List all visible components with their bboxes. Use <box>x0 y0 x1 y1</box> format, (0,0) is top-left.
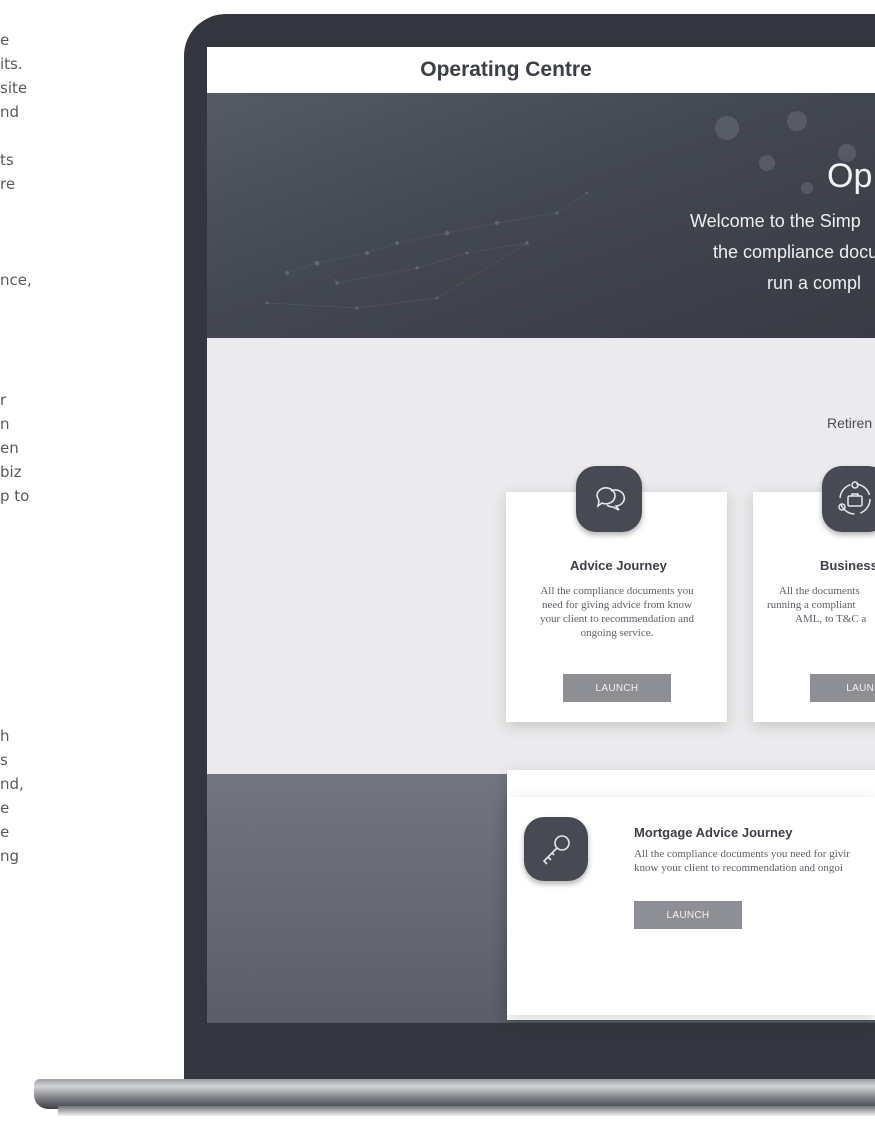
desc-line: All the documents <box>779 585 860 597</box>
copy-line: r <box>0 391 7 409</box>
copy-line: its. <box>0 55 23 73</box>
hero-subtitle-line: Welcome to the Simp <box>690 211 861 231</box>
copy-line: nd <box>0 103 20 121</box>
copy-line: nd, <box>0 775 24 793</box>
copy-line <box>0 556 80 580</box>
launch-button[interactable]: LAUNCH <box>563 674 671 702</box>
desc-line: AML, to T&C a <box>795 613 867 625</box>
card-title: Business <box>820 558 875 573</box>
mortgage-advice-card: Mortgage Advice Journey All the complian… <box>507 797 875 1015</box>
copy-line <box>0 580 80 604</box>
copy-line <box>0 700 80 724</box>
app-header: Operating Centre <box>207 47 875 93</box>
copy-line <box>0 292 80 316</box>
copy-line <box>0 628 80 652</box>
desc-line: All the compliance documents you need fo… <box>634 848 850 860</box>
desc-line: running a compliant <box>767 599 856 611</box>
card-title: Advice Journey <box>570 558 667 573</box>
hero-subtitle-line: the compliance docu <box>713 242 875 262</box>
copy-line <box>0 652 80 676</box>
retirement-section: Retiren Advice Journey All the complianc… <box>207 338 875 774</box>
copy-line <box>0 676 80 700</box>
copy-line <box>0 220 80 244</box>
copy-line: e <box>0 31 10 49</box>
copy-line <box>0 340 80 364</box>
hero-subtitle-line: run a compl <box>767 273 862 293</box>
card-description: All the compliance documents you need fo… <box>634 847 874 875</box>
card-description: All the documents running a compliant AM… <box>767 584 875 626</box>
copy-line: n <box>0 415 10 433</box>
copy-line: e <box>0 823 10 841</box>
desc-line: need for giving advice from know <box>542 599 692 611</box>
left-marketing-copy: e its. site nd ts re nce, r n en biz p t… <box>0 28 80 868</box>
desc-line: All the compliance documents you <box>540 585 694 597</box>
copy-line <box>0 364 80 388</box>
desc-line: know your client to recommendation and o… <box>634 862 843 874</box>
copy-line: en <box>0 439 19 457</box>
copy-line: nce, <box>0 271 32 289</box>
hero-banner: Op Welcome to the Simp the compliance do… <box>207 93 875 338</box>
copy-line <box>0 604 80 628</box>
copy-line: s <box>0 751 8 769</box>
app-title: Operating Centre <box>420 58 592 81</box>
copy-line: ts <box>0 151 14 169</box>
desc-line: ongoing service. <box>580 627 654 639</box>
copy-line: site <box>0 79 28 97</box>
copy-line <box>0 316 80 340</box>
copy-line: ng <box>0 847 20 865</box>
copy-line: e <box>0 799 10 817</box>
section-heading: Retiren <box>827 415 873 431</box>
copy-line: re <box>0 175 16 193</box>
key-icon <box>524 817 588 881</box>
copy-line <box>0 196 80 220</box>
desc-line: your client to recommendation and <box>540 613 694 625</box>
laptop-base <box>34 1079 875 1109</box>
chat-bubbles-icon <box>576 466 642 532</box>
copy-line: p to <box>0 487 30 505</box>
copy-line: h <box>0 727 10 745</box>
copy-line: biz <box>0 463 22 481</box>
copy-line <box>0 532 80 556</box>
launch-button[interactable]: LAUNC <box>810 674 875 702</box>
hero-title: Op <box>827 157 873 195</box>
copy-line <box>0 244 80 268</box>
card-title: Mortgage Advice Journey <box>634 825 793 840</box>
copy-line <box>0 508 80 532</box>
laptop-base-shadow <box>58 1106 875 1116</box>
briefcase-cycle-icon <box>822 466 875 532</box>
launch-button[interactable]: LAUNCH <box>634 901 742 929</box>
card-description: All the compliance documents you need fo… <box>518 584 716 640</box>
copy-line <box>0 124 80 148</box>
